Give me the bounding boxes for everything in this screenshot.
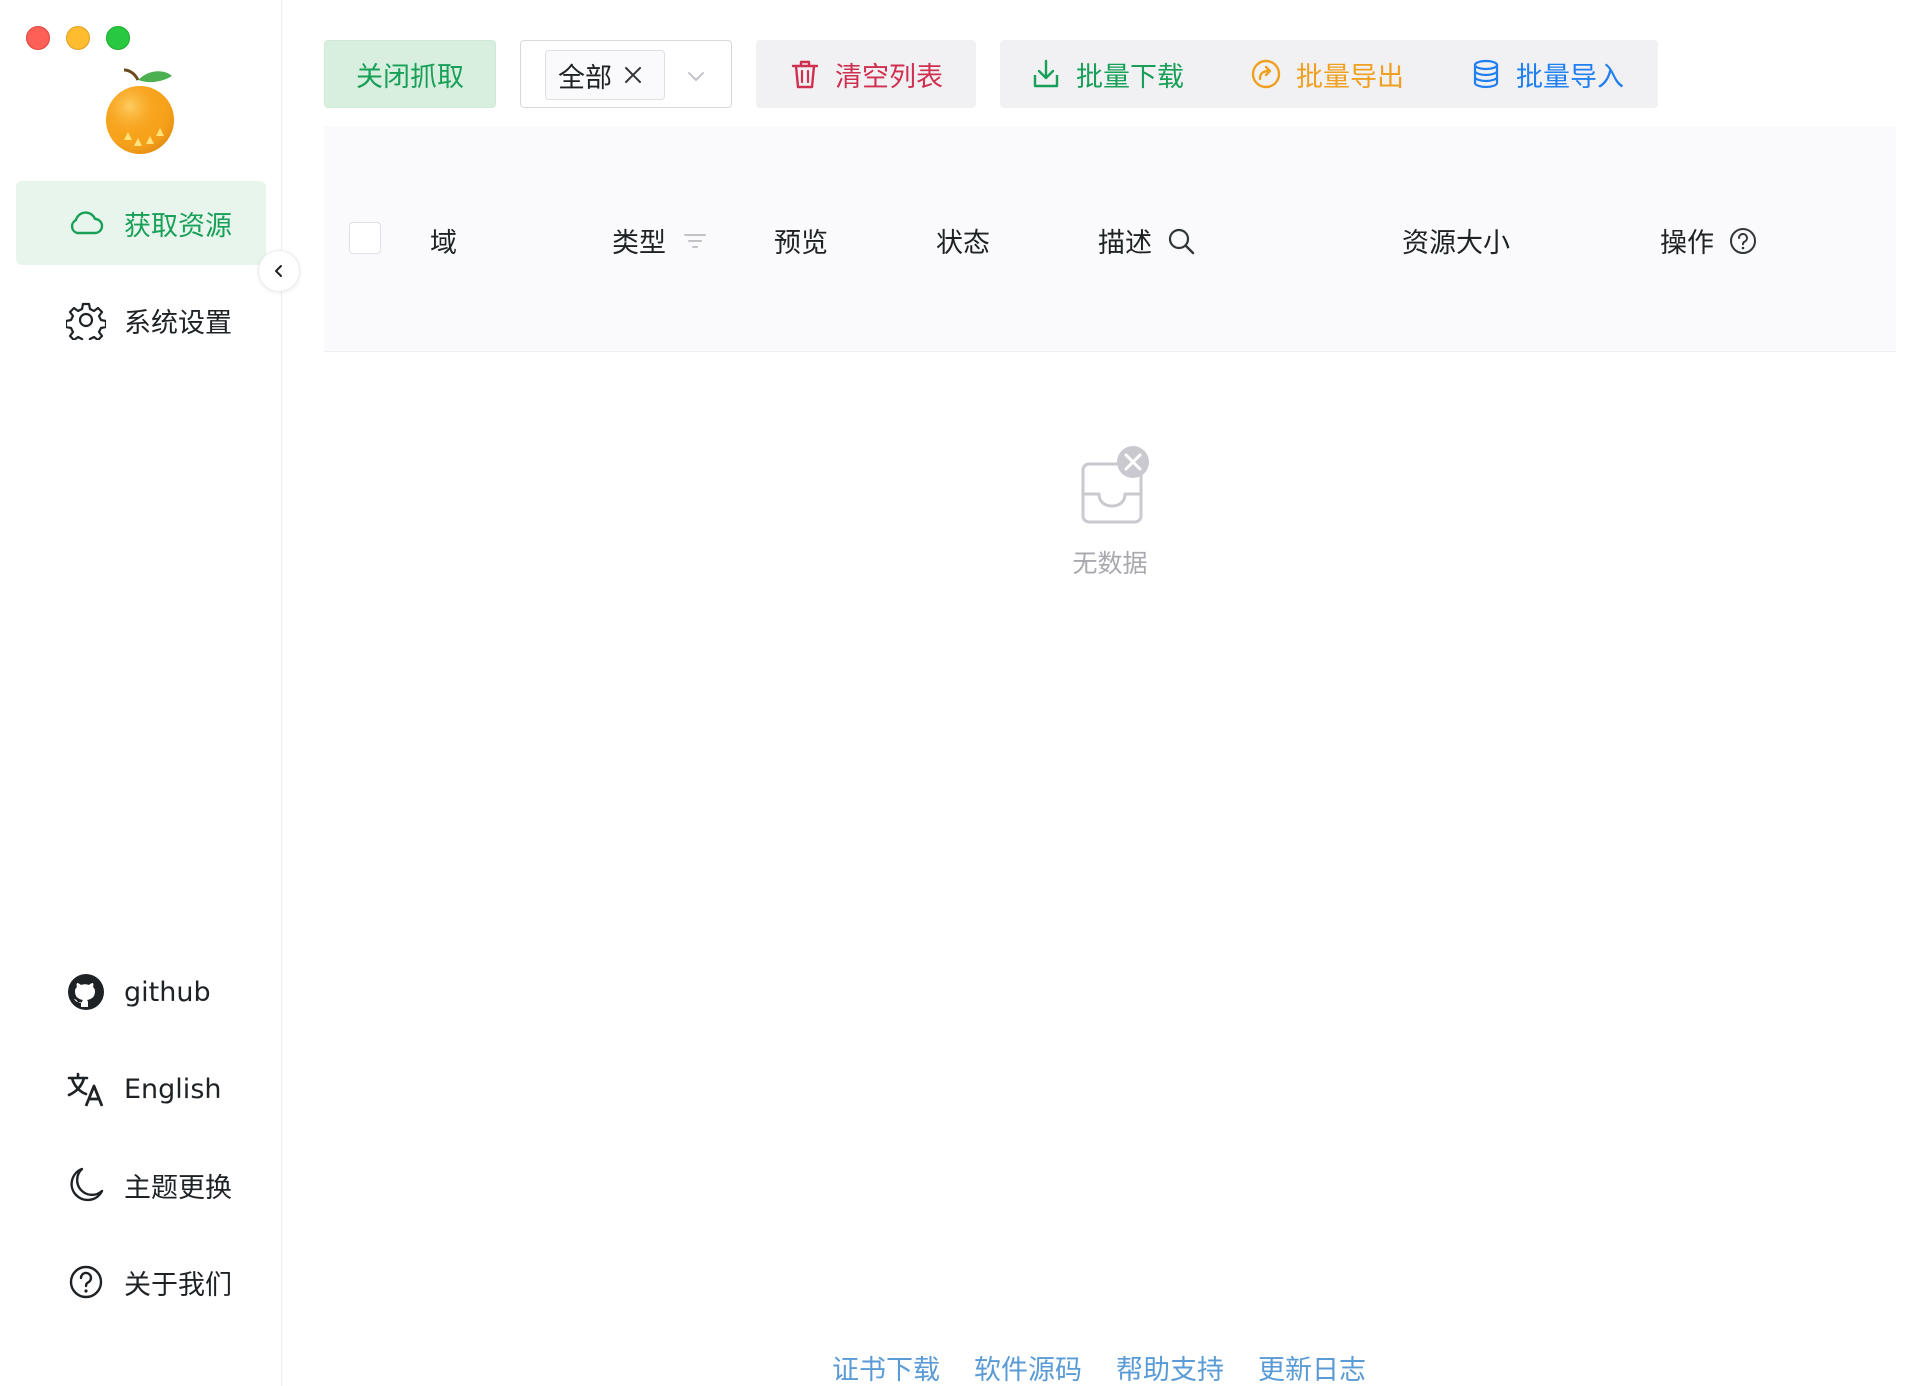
translate-icon	[66, 1069, 106, 1109]
moon-icon	[66, 1165, 106, 1205]
column-label: 操作	[1660, 228, 1714, 259]
sidebar-item-language[interactable]: English	[16, 1047, 266, 1131]
select-all-checkbox[interactable]	[349, 222, 381, 254]
question-circle-icon	[66, 1262, 106, 1302]
search-icon[interactable]	[1166, 226, 1196, 256]
column-preview: 预览	[774, 221, 828, 260]
column-label: 状态	[936, 228, 990, 259]
sidebar-item-about[interactable]: 关于我们	[16, 1240, 266, 1324]
sidebar-item-label: 获取资源	[124, 210, 232, 242]
batch-download-label: 批量下载	[1076, 61, 1184, 93]
sidebar-item-label: 主题更换	[124, 1172, 232, 1204]
collapse-sidebar-button[interactable]	[258, 250, 300, 292]
column-description: 描述	[1098, 221, 1196, 260]
orange-logo	[98, 66, 184, 156]
filter-tag: 全部	[545, 50, 665, 100]
batch-export-label: 批量导出	[1296, 61, 1404, 93]
minimize-window-button[interactable]	[66, 26, 90, 50]
trash-icon	[789, 58, 821, 90]
footer-links: 证书下载 软件源码 帮助支持 更新日志	[832, 1348, 1366, 1386]
cloud-icon	[66, 203, 106, 243]
gear-icon	[66, 300, 106, 340]
footer-link-changelog[interactable]: 更新日志	[1258, 1348, 1366, 1386]
database-icon	[1470, 58, 1502, 90]
column-label: 预览	[774, 228, 828, 259]
chevron-left-icon	[271, 263, 287, 279]
column-size: 资源大小	[1402, 221, 1510, 260]
column-actions: 操作	[1660, 221, 1758, 260]
empty-inbox-icon	[1060, 446, 1160, 526]
column-label: 描述	[1098, 228, 1152, 259]
footer-link-help[interactable]: 帮助支持	[1116, 1348, 1224, 1386]
column-domain: 域	[430, 221, 457, 260]
sidebar-item-label: 系统设置	[124, 307, 232, 339]
help-icon[interactable]	[1728, 226, 1758, 256]
footer-link-source[interactable]: 软件源码	[974, 1348, 1082, 1386]
batch-import-label: 批量导入	[1516, 61, 1624, 93]
empty-state: 无数据	[1060, 446, 1160, 580]
column-label: 类型	[612, 228, 666, 259]
footer-link-certificate[interactable]: 证书下载	[832, 1348, 940, 1386]
close-window-button[interactable]	[26, 26, 50, 50]
batch-download-button[interactable]: 批量下载	[1030, 40, 1184, 108]
filter-icon[interactable]	[680, 226, 710, 256]
column-status: 状态	[936, 221, 990, 260]
clear-list-label: 清空列表	[835, 61, 943, 93]
sidebar-item-settings[interactable]: 系统设置	[16, 278, 266, 362]
chevron-down-icon[interactable]	[685, 65, 707, 87]
sidebar-item-label: github	[124, 976, 211, 1008]
close-icon[interactable]	[622, 64, 644, 86]
maximize-window-button[interactable]	[106, 26, 130, 50]
sidebar-item-resources[interactable]: 获取资源	[16, 181, 266, 265]
type-filter-select[interactable]: 全部	[520, 40, 732, 108]
sidebar: 获取资源 系统设置 github English 主题更换 关于我们	[0, 0, 282, 1386]
stop-capture-button[interactable]: 关闭抓取	[324, 40, 496, 108]
stop-capture-label: 关闭抓取	[356, 61, 464, 93]
sidebar-item-github[interactable]: github	[16, 950, 266, 1034]
share-icon	[1250, 58, 1282, 90]
column-type: 类型	[612, 221, 710, 260]
github-icon	[66, 972, 106, 1012]
clear-list-button[interactable]: 清空列表	[756, 40, 976, 108]
column-label: 资源大小	[1402, 228, 1510, 259]
sidebar-item-theme[interactable]: 主题更换	[16, 1143, 266, 1227]
sidebar-item-label: 关于我们	[124, 1269, 232, 1301]
window-controls	[26, 26, 130, 50]
download-icon	[1030, 58, 1062, 90]
sidebar-item-label: English	[124, 1073, 222, 1105]
batch-export-button[interactable]: 批量导出	[1250, 40, 1404, 108]
batch-actions-group: 批量下载 批量导出 批量导入	[1000, 40, 1658, 108]
batch-import-button[interactable]: 批量导入	[1470, 40, 1624, 108]
column-label: 域	[430, 228, 457, 259]
filter-tag-label: 全部	[558, 62, 612, 94]
table-header: 域 类型 预览 状态 描述 资源大小 操作	[324, 126, 1896, 352]
empty-text: 无数据	[1072, 549, 1148, 578]
